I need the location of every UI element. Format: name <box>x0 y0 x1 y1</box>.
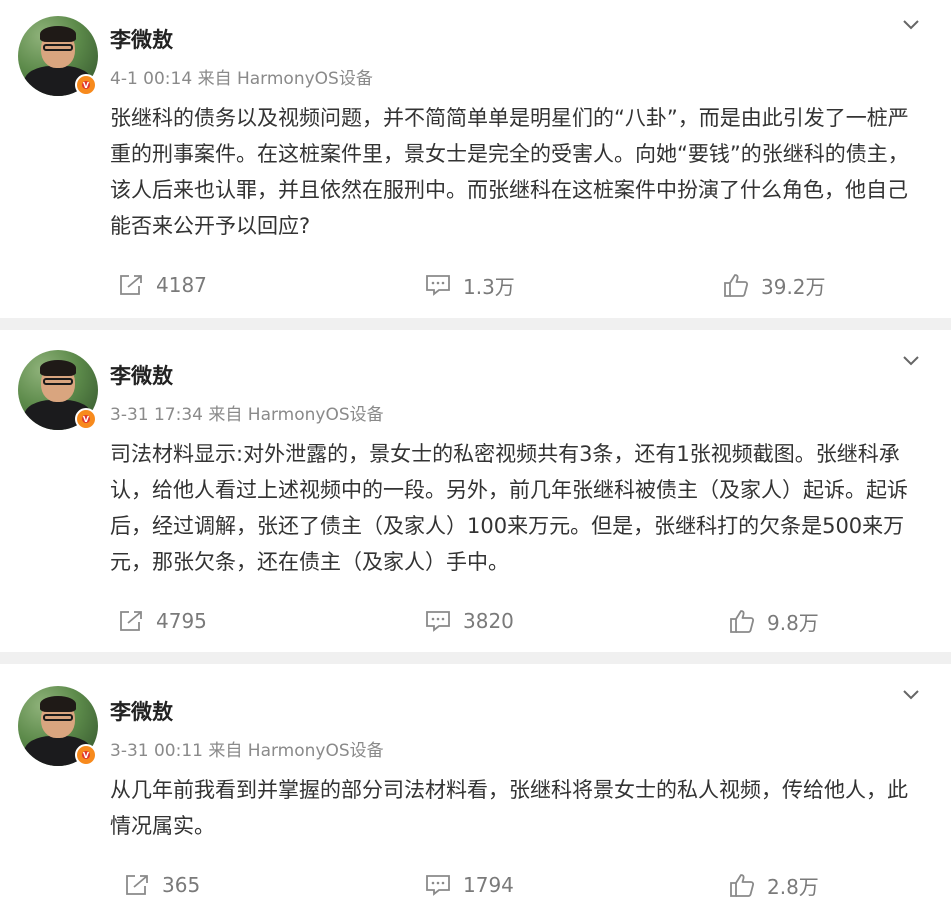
weibo-feed: V 李微敖 4-1 00:14 来自 HarmonyOS设备 张继科的债务以及视… <box>0 0 951 911</box>
post-meta: 3-31 00:11 来自 HarmonyOS设备 <box>110 741 384 761</box>
comment-count: 1794 <box>463 873 514 897</box>
repost-count: 4187 <box>156 273 207 297</box>
comment-icon <box>426 875 450 896</box>
comment-icon <box>426 275 450 296</box>
like-button[interactable]: 9.8万 <box>729 605 819 637</box>
post-text: 司法材料显示:对外泄露的，景女士的私密视频共有3条，还有1张视频截图。张继科承认… <box>110 442 908 574</box>
chevron-down-icon[interactable] <box>901 14 921 34</box>
author-name[interactable]: 李微敖 <box>110 24 173 54</box>
repost-button[interactable]: 4795 <box>118 605 207 637</box>
like-count: 39.2万 <box>761 274 826 299</box>
verified-badge-icon: V <box>75 74 97 96</box>
action-bar: 4187 1.3万 39.2万 <box>0 269 951 301</box>
like-button[interactable]: 2.8万 <box>729 869 819 901</box>
author-name[interactable]: 李微敖 <box>110 696 173 726</box>
repost-count: 4795 <box>156 609 207 633</box>
comment-button[interactable]: 3820 <box>425 605 514 637</box>
chevron-down-icon[interactable] <box>901 684 921 704</box>
post-meta: 4-1 00:14 来自 HarmonyOS设备 <box>110 69 373 89</box>
post-card: V 李微敖 4-1 00:14 来自 HarmonyOS设备 张继科的债务以及视… <box>0 0 951 318</box>
comment-icon <box>426 611 450 632</box>
action-bar: 4795 3820 9.8万 <box>0 605 951 637</box>
repost-icon <box>120 611 142 631</box>
thumbs-up-icon <box>730 874 755 897</box>
comment-count: 1.3万 <box>463 274 515 299</box>
comment-button[interactable]: 1.3万 <box>425 269 515 301</box>
action-bar: 365 1794 2.8万 <box>0 869 951 901</box>
chevron-down-icon[interactable] <box>901 350 921 370</box>
like-button[interactable]: 39.2万 <box>723 269 826 301</box>
post-text: 从几年前我看到并掌握的部分司法材料看，张继科将景女士的私人视频，传给他人，此情况… <box>110 778 908 838</box>
post-card: V 李微敖 3-31 17:34 来自 HarmonyOS设备 司法材料显示:对… <box>0 330 951 652</box>
like-count: 9.8万 <box>767 610 819 635</box>
post-meta: 3-31 17:34 来自 HarmonyOS设备 <box>110 405 384 425</box>
like-count: 2.8万 <box>767 874 819 899</box>
verified-badge-icon: V <box>75 744 97 766</box>
post-text: 张继科的债务以及视频问题，并不简简单单是明星们的“八卦”，而是由此引发了一桩严重… <box>110 106 909 238</box>
author-name[interactable]: 李微敖 <box>110 360 173 390</box>
comment-button[interactable]: 1794 <box>425 869 514 901</box>
repost-button[interactable]: 4187 <box>118 269 207 301</box>
comment-count: 3820 <box>463 609 514 633</box>
repost-icon <box>126 875 148 895</box>
post-card: V 李微敖 3-31 00:11 来自 HarmonyOS设备 从几年前我看到并… <box>0 664 951 911</box>
thumbs-up-icon <box>730 610 755 633</box>
repost-button[interactable]: 365 <box>124 869 200 901</box>
thumbs-up-icon <box>724 274 749 297</box>
repost-count: 365 <box>162 873 201 897</box>
repost-icon <box>120 275 142 295</box>
verified-badge-icon: V <box>75 408 97 430</box>
